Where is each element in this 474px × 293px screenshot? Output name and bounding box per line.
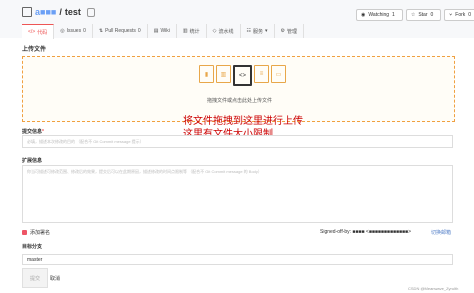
submit-button[interactable]: 提交 [22, 268, 48, 288]
fork-label: Fork [455, 12, 466, 18]
target-branch-input[interactable]: master [22, 254, 453, 265]
repo-name[interactable]: test [65, 7, 81, 17]
repo-actions: ◉ Watching 1 ☆ Star 0 ⑂ Fork 0 [353, 9, 474, 21]
star-label: Star [418, 12, 428, 18]
pipeline-icon: ◇ [212, 28, 217, 34]
tab-services[interactable]: ☷ 服务 ▾ [241, 24, 275, 38]
watch-label: Watching [368, 12, 390, 18]
repo-title: a■■■ / test [22, 7, 95, 17]
tab-label: Issues [66, 28, 82, 34]
star-count: 0 [430, 12, 434, 18]
tab-pull-requests[interactable]: ⇅ Pull Requests 0 [93, 24, 148, 38]
tab-code[interactable]: </> 代码 [22, 24, 55, 39]
page-title: 上传文件 [22, 47, 47, 53]
gear-icon: ⚙ [280, 28, 286, 34]
sign-row: 添加署名 [22, 229, 50, 236]
fork-icon: ⑂ [449, 12, 453, 18]
page-icon: ▭ [271, 65, 286, 83]
add-sign-checkbox[interactable] [22, 230, 27, 235]
switch-email-link[interactable]: 切换邮箱 [431, 229, 451, 236]
tab-manage[interactable]: ⚙ 管理 [275, 24, 305, 38]
wiki-icon: ▤ [153, 28, 159, 34]
chevron-down-icon: ▾ [265, 28, 268, 34]
document-icon: ≡ [254, 65, 269, 83]
star-icon: ☆ [410, 12, 416, 18]
repo-owner[interactable]: a■■■ [35, 7, 56, 17]
drop-hint: 拖拽文件或点击此处上传文件 [207, 98, 273, 104]
cancel-button[interactable]: 取消 [50, 275, 60, 282]
extended-info-label: 扩展信息 [22, 158, 43, 164]
star-button[interactable]: ☆ Star 0 [405, 9, 442, 21]
code-file-icon: <> [233, 65, 252, 86]
tab-wiki[interactable]: ▤ Wiki [148, 24, 177, 38]
file-type-icons: ▮ ▥ <> ≡ ▭ [199, 65, 286, 86]
signed-off-text: Signed-off-by: ■■■■ <■■■■■■■■■■■■■> [320, 229, 411, 235]
tab-issues[interactable]: ◎ Issues 0 [54, 24, 93, 38]
watch-count: 1 [392, 12, 395, 18]
commit-message-input[interactable]: 必填，描述本次修改的目的 （配合不 Git Commit message 提示） [22, 135, 453, 148]
tab-label: 统计 [189, 28, 200, 35]
repo-separator: / [59, 7, 62, 17]
tab-stats[interactable]: ▥ 统计 [177, 24, 207, 38]
code-icon: </> [28, 29, 36, 35]
tab-label: 流水线 [218, 28, 234, 35]
tab-label: 管理 [287, 28, 298, 35]
eye-icon: ◉ [361, 12, 366, 18]
extended-info-textarea[interactable]: 你当可描述可修改范围、修改后的效果，提交后可以在此期原因，描述修改的时间点限制等… [22, 165, 453, 223]
repo-tabs: </> 代码 ◎ Issues 0 ⇅ Pull Requests 0 ▤ Wi… [22, 24, 305, 39]
tab-count: 0 [83, 28, 86, 34]
tab-count: 0 [137, 28, 141, 34]
issues-icon: ◎ [60, 28, 65, 34]
pull-request-icon: ⇅ [98, 28, 104, 34]
commit-message-label: 提交信息* [22, 128, 44, 135]
settings-icon [86, 7, 95, 17]
fork-button[interactable]: ⑂ Fork 0 [444, 9, 474, 21]
tab-label: Pull Requests [105, 28, 136, 34]
watermark: CSDN @Meanwave_Zyrulth [408, 286, 459, 291]
watch-button[interactable]: ◉ Watching 1 [356, 9, 403, 21]
add-sign-label: 添加署名 [30, 230, 51, 236]
target-branch-label: 目标分支 [22, 244, 43, 250]
chart-file-icon: ▥ [216, 65, 231, 83]
fork-count: 0 [468, 12, 472, 18]
chart-icon: ▥ [182, 28, 188, 34]
tab-label: 代码 [37, 29, 48, 36]
tab-label: Wiki [160, 28, 170, 34]
repo-icon [22, 7, 32, 17]
tab-label: 服务 [253, 28, 264, 35]
file-icon: ▮ [199, 65, 214, 83]
services-icon: ☷ [246, 28, 251, 34]
tab-pipeline[interactable]: ◇ 流水线 [207, 24, 241, 38]
